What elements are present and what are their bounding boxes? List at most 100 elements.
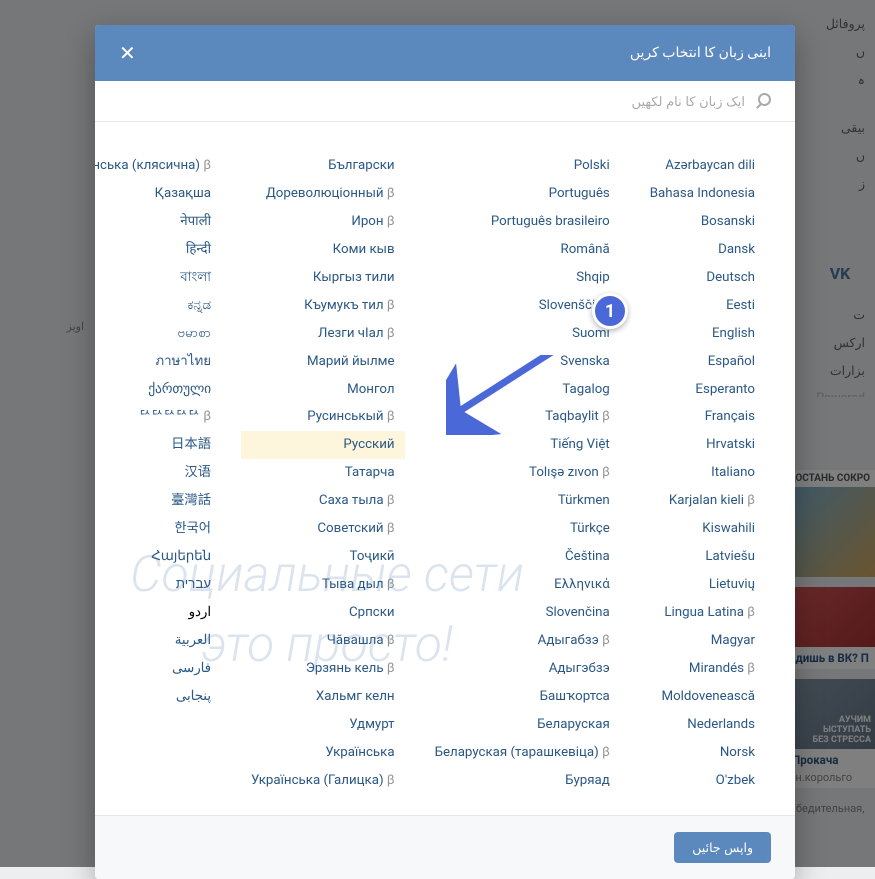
language-option[interactable]: Эрзянь кель β [241, 655, 405, 683]
language-option[interactable]: Italiano [640, 459, 765, 487]
language-search-input[interactable] [119, 94, 745, 109]
language-option[interactable]: Беларуская (тарашкевіца) β [425, 739, 620, 767]
language-option[interactable]: Беларуская [425, 711, 620, 739]
language-option[interactable]: Удмурт [241, 711, 405, 739]
language-option[interactable]: Български [241, 152, 405, 180]
language-option[interactable]: Українська (клясична) β [95, 152, 221, 180]
language-option[interactable]: Tolışə zıvon β [425, 459, 620, 487]
language-option[interactable]: Ирон β [241, 208, 405, 236]
language-option[interactable]: فارسی [95, 655, 221, 683]
language-option[interactable]: Kiswahili [640, 515, 765, 543]
language-option[interactable]: Саха тыла β [241, 487, 405, 515]
language-option[interactable]: Монгол [241, 376, 405, 404]
language-option[interactable]: Ελληνικά [425, 571, 620, 599]
language-option[interactable]: Français [640, 403, 765, 431]
language-option[interactable]: Suomi [425, 320, 620, 348]
language-option[interactable]: Українська (Галицка) β [241, 767, 405, 795]
language-option[interactable]: हिन्दी [95, 236, 221, 264]
language-option[interactable]: Марий йылме [241, 348, 405, 376]
language-option[interactable]: Lietuvių [640, 571, 765, 599]
language-option[interactable]: Português brasileiro [425, 208, 620, 236]
language-grid: Azərbaycan diliBahasa IndonesiaBosanskiD… [95, 122, 795, 815]
modal-footer: واپس جائیں [95, 815, 795, 879]
modal-header: اینی زبان کا انتخاب کریں ✕ [95, 25, 795, 81]
language-option[interactable]: Къумукъ тил β [241, 292, 405, 320]
language-option[interactable]: ꥢꥢꥢꥢꥢ β [95, 403, 221, 431]
language-option[interactable]: Башҡортса [425, 683, 620, 711]
language-option[interactable]: Eesti [640, 292, 765, 320]
language-option[interactable]: नेपाली [95, 208, 221, 236]
language-option[interactable]: Советский β [241, 515, 405, 543]
language-option[interactable]: Slovenčina [425, 599, 620, 627]
language-option[interactable]: Shqip [425, 264, 620, 292]
language-option[interactable]: Тоҷикӣ [241, 543, 405, 571]
language-option[interactable]: 臺灣話 [95, 487, 221, 515]
language-option[interactable]: Bahasa Indonesia [640, 180, 765, 208]
language-option[interactable]: Русинськый β [241, 403, 405, 431]
close-icon[interactable]: ✕ [119, 43, 136, 63]
language-option[interactable]: Taqbaylit β [425, 403, 620, 431]
language-option[interactable]: Mirandés β [640, 655, 765, 683]
language-option[interactable]: Português [425, 180, 620, 208]
language-option[interactable]: Türkçe [425, 515, 620, 543]
language-modal: اینی زبان کا انتخاب کریں ✕ Azərbaycan di… [95, 25, 795, 879]
language-option[interactable]: 日本語 [95, 431, 221, 459]
language-option[interactable]: Русский [241, 431, 405, 459]
language-option[interactable]: Кыргыз тили [241, 264, 405, 292]
language-option[interactable]: Tiếng Việt [425, 431, 620, 459]
language-option[interactable]: Буряад [425, 767, 620, 795]
language-option[interactable]: ქართული [95, 376, 221, 404]
language-option[interactable]: Адыгабзэ β [425, 627, 620, 655]
language-option[interactable]: עברית [95, 571, 221, 599]
language-option[interactable]: ภาษาไทย [95, 348, 221, 376]
back-button[interactable]: واپس جائیں [674, 832, 771, 863]
language-option[interactable]: اردو [95, 599, 221, 627]
language-option[interactable]: Español [640, 348, 765, 376]
language-option[interactable]: Чӑвашла β [241, 627, 405, 655]
language-option[interactable]: Хальмг келн [241, 683, 405, 711]
language-option[interactable]: Karjalan kieli β [640, 487, 765, 515]
language-option[interactable]: Hrvatski [640, 431, 765, 459]
language-option[interactable]: Latviešu [640, 543, 765, 571]
language-option[interactable]: Svenska [425, 348, 620, 376]
language-option[interactable]: Deutsch [640, 264, 765, 292]
search-bar [95, 81, 795, 122]
modal-title: اینی زبان کا انتخاب کریں [630, 45, 771, 61]
language-option[interactable]: Norsk [640, 739, 765, 767]
language-option[interactable]: English [640, 320, 765, 348]
language-option[interactable]: 汉语 [95, 459, 221, 487]
language-option[interactable]: Адыгэбзэ [425, 655, 620, 683]
language-option[interactable]: Татарча [241, 459, 405, 487]
language-option[interactable]: Čeština [425, 543, 620, 571]
language-option[interactable]: 한국어 [95, 515, 221, 543]
language-option[interactable]: Română [425, 236, 620, 264]
language-option[interactable]: Коми кыв [241, 236, 405, 264]
language-option[interactable]: বাংলা [95, 264, 221, 292]
language-option[interactable]: Moldovenească [640, 683, 765, 711]
language-option[interactable]: Slovenščina [425, 292, 620, 320]
language-option[interactable]: Српски [241, 599, 405, 627]
language-option[interactable]: Esperanto [640, 376, 765, 404]
language-option[interactable]: پنجابی [95, 683, 221, 711]
language-option[interactable]: ဗမာစာ [95, 320, 221, 348]
language-option[interactable]: Дореволюціонный β [241, 180, 405, 208]
search-icon [755, 93, 771, 109]
language-option[interactable]: Tagalog [425, 376, 620, 404]
language-option[interactable]: ಕನ್ನಡ [95, 292, 221, 320]
language-option[interactable]: Azərbaycan dili [640, 152, 765, 180]
language-option[interactable]: Lingua Latina β [640, 599, 765, 627]
language-option[interactable]: Magyar [640, 627, 765, 655]
language-option[interactable]: Bosanski [640, 208, 765, 236]
language-option[interactable]: O'zbek [640, 767, 765, 795]
language-option[interactable]: Лезги чӏал β [241, 320, 405, 348]
annotation-marker-1: 1 [592, 293, 628, 329]
language-option[interactable]: Polski [425, 152, 620, 180]
language-option[interactable]: Қазақша [95, 180, 221, 208]
language-option[interactable]: Türkmen [425, 487, 620, 515]
language-option[interactable]: Հայերեն [95, 543, 221, 571]
language-option[interactable]: Dansk [640, 236, 765, 264]
language-option[interactable]: Nederlands [640, 711, 765, 739]
language-option[interactable]: Тыва дыл β [241, 571, 405, 599]
language-option[interactable]: العربية [95, 627, 221, 655]
language-option[interactable]: Українська [241, 739, 405, 767]
